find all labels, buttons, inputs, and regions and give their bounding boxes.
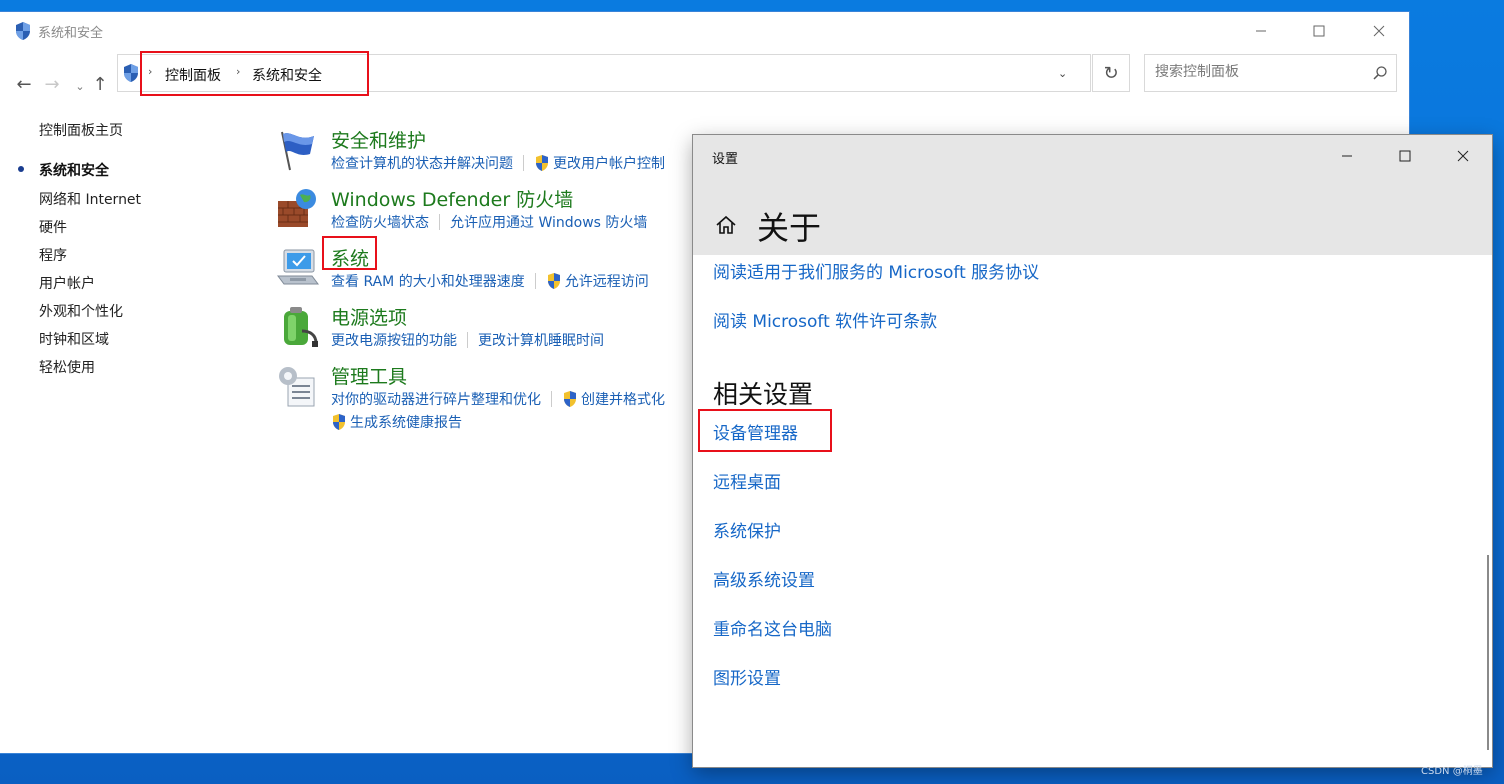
- nav-item-system-security[interactable]: 系统和安全: [39, 160, 109, 180]
- battery-icon: [284, 307, 318, 347]
- up-button[interactable]: ↑: [90, 74, 110, 95]
- link-rename-pc[interactable]: 重命名这台电脑: [713, 615, 832, 640]
- settings-header[interactable]: 设置 关于: [693, 135, 1492, 255]
- category-title[interactable]: Windows Defender 防火墙: [331, 185, 573, 212]
- category-title[interactable]: 电源选项: [331, 303, 407, 330]
- watermark: CSDN @桐墨: [1421, 766, 1483, 777]
- recent-locations-button[interactable]: ⌄: [70, 80, 90, 93]
- computer-icon: [277, 249, 319, 285]
- window-title: 系统和安全: [38, 26, 104, 41]
- window-title: 设置: [712, 152, 739, 167]
- nav-item-hardware[interactable]: 硬件: [39, 217, 67, 237]
- nav-item-clock-region[interactable]: 时钟和区域: [39, 329, 109, 349]
- minimize-button[interactable]: [1318, 135, 1376, 177]
- scrollbar[interactable]: [1487, 555, 1489, 750]
- annotation-highlight-box: [698, 409, 832, 452]
- link-check-status[interactable]: 检查计算机的状态并解决问题: [331, 153, 513, 173]
- nav-item-network[interactable]: 网络和 Internet: [39, 189, 141, 209]
- firewall-icon: [278, 189, 316, 227]
- category-title[interactable]: 安全和维护: [331, 126, 426, 153]
- address-dropdown-button[interactable]: ⌄: [1058, 67, 1067, 80]
- link-health-report[interactable]: 生成系统健康报告: [350, 412, 462, 432]
- shield-icon: [124, 64, 138, 82]
- link-power-button-function[interactable]: 更改电源按钮的功能: [331, 330, 457, 350]
- nav-item-programs[interactable]: 程序: [39, 245, 67, 265]
- link-advanced-system-settings[interactable]: 高级系统设置: [713, 566, 815, 591]
- link-allow-remote-access[interactable]: 允许远程访问: [565, 271, 649, 291]
- settings-window: 设置 关于 阅读适用于我们服务的 Microsoft 服务协议 阅读 Micro…: [693, 135, 1492, 767]
- divider: [439, 214, 440, 230]
- link-view-ram-cpu[interactable]: 查看 RAM 的大小和处理器速度: [331, 271, 525, 291]
- flag-icon: [281, 131, 314, 171]
- active-bullet: [18, 166, 24, 172]
- search-input[interactable]: [1153, 63, 1367, 81]
- back-button[interactable]: ←: [14, 74, 34, 95]
- link-allow-app-firewall[interactable]: 允许应用通过 Windows 防火墙: [450, 212, 647, 232]
- related-settings-heading: 相关设置: [713, 380, 814, 409]
- link-microsoft-license-terms[interactable]: 阅读 Microsoft 软件许可条款: [713, 307, 937, 332]
- annotation-highlight-box: [322, 236, 377, 270]
- refresh-button[interactable]: ↻: [1092, 54, 1130, 92]
- nav-control-panel-home[interactable]: 控制面板主页: [39, 120, 123, 140]
- category-title[interactable]: 管理工具: [331, 362, 407, 389]
- title-bar[interactable]: 系统和安全: [0, 12, 1409, 50]
- link-microsoft-services-agreement[interactable]: 阅读适用于我们服务的 Microsoft 服务协议: [713, 258, 1039, 283]
- maximize-button[interactable]: [1376, 135, 1434, 177]
- divider: [467, 332, 468, 348]
- link-graphics-settings[interactable]: 图形设置: [713, 664, 781, 689]
- search-box[interactable]: [1144, 54, 1397, 92]
- link-create-format[interactable]: 创建并格式化: [581, 389, 665, 409]
- link-remote-desktop[interactable]: 远程桌面: [713, 468, 781, 493]
- uac-shield-icon: [536, 155, 548, 171]
- page-title: 关于: [757, 209, 822, 247]
- link-defragment[interactable]: 对你的驱动器进行碎片整理和优化: [331, 389, 541, 409]
- link-system-protection[interactable]: 系统保护: [713, 517, 781, 542]
- divider: [551, 391, 552, 407]
- link-check-firewall[interactable]: 检查防火墙状态: [331, 212, 429, 232]
- home-icon[interactable]: [714, 213, 738, 237]
- minimize-button[interactable]: [1232, 12, 1290, 50]
- uac-shield-icon: [333, 414, 345, 430]
- close-button[interactable]: [1434, 135, 1492, 177]
- uac-shield-icon: [547, 273, 560, 289]
- admin-tools-icon: [279, 367, 315, 407]
- nav-item-user-accounts[interactable]: 用户帐户: [39, 273, 95, 293]
- link-change-uac[interactable]: 更改用户帐户控制: [553, 153, 665, 173]
- maximize-button[interactable]: [1290, 12, 1348, 50]
- link-sleep-time[interactable]: 更改计算机睡眠时间: [478, 330, 604, 350]
- uac-shield-icon: [564, 391, 576, 407]
- nav-item-appearance[interactable]: 外观和个性化: [39, 301, 123, 321]
- forward-button[interactable]: →: [42, 74, 62, 95]
- divider: [523, 155, 524, 171]
- annotation-highlight-box: [140, 51, 369, 96]
- shield-icon: [16, 22, 30, 40]
- nav-item-ease-of-access[interactable]: 轻松使用: [39, 357, 95, 377]
- divider: [534, 273, 536, 289]
- close-button[interactable]: [1350, 12, 1408, 50]
- search-icon[interactable]: [1372, 65, 1388, 81]
